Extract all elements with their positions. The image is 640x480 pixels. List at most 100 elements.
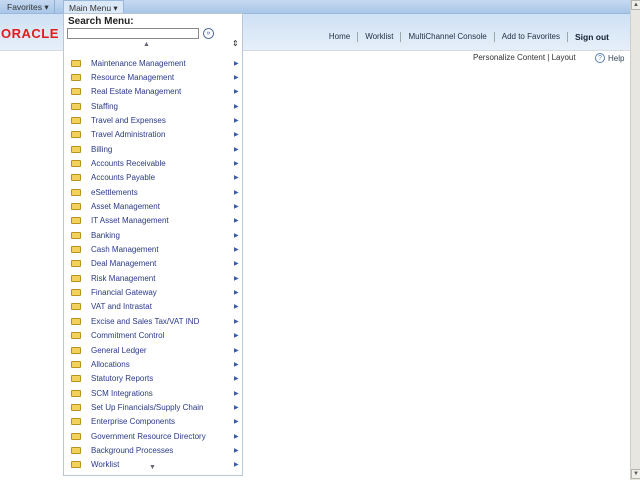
- menu-item[interactable]: Travel Administration ▶: [64, 128, 242, 142]
- menu-item[interactable]: Banking ▶: [64, 228, 242, 242]
- folder-icon: [71, 260, 81, 268]
- submenu-arrow-icon: ▶: [234, 60, 239, 67]
- menu-item-label: Worklist: [91, 460, 120, 470]
- top-menu-bar: Favorites ▾ Main Menu ▾: [0, 0, 630, 14]
- menu-item[interactable]: Cash Management ▶: [64, 243, 242, 257]
- folder-icon: [71, 346, 81, 354]
- menu-item-label: SCM Integrations: [91, 388, 153, 398]
- scroll-up-arrow-icon[interactable]: ▲: [631, 0, 640, 10]
- menu-item[interactable]: Risk Management ▶: [64, 271, 242, 285]
- menu-item[interactable]: Resource Management ▶: [64, 70, 242, 84]
- folder-icon: [71, 403, 81, 411]
- submenu-arrow-icon: ▶: [234, 318, 239, 325]
- submenu-arrow-icon: ▶: [234, 390, 239, 397]
- folder-icon: [71, 389, 81, 397]
- nav-home[interactable]: Home: [322, 32, 357, 42]
- folder-icon: [71, 159, 81, 167]
- nav-multichannel-console[interactable]: MultiChannel Console: [400, 32, 493, 42]
- nav-worklist[interactable]: Worklist: [357, 32, 400, 42]
- menu-item[interactable]: Accounts Payable ▶: [64, 171, 242, 185]
- submenu-arrow-icon: ▶: [234, 160, 239, 167]
- menu-item[interactable]: Billing ▶: [64, 142, 242, 156]
- scroll-up-icon[interactable]: ▲: [143, 41, 150, 48]
- sort-icon[interactable]: ⇕: [232, 39, 239, 48]
- menu-item[interactable]: Commitment Control ▶: [64, 329, 242, 343]
- menu-item-label: Cash Management: [91, 245, 159, 255]
- nav-add-to-favorites[interactable]: Add to Favorites: [493, 32, 567, 42]
- menu-item-label: Financial Gateway: [91, 288, 157, 298]
- menu-item[interactable]: SCM Integrations ▶: [64, 386, 242, 400]
- menu-item-label: Set Up Financials/Supply Chain: [91, 402, 204, 412]
- menu-item[interactable]: VAT and Intrastat ▶: [64, 300, 242, 314]
- submenu-arrow-icon: ▶: [234, 218, 239, 225]
- menu-item[interactable]: Excise and Sales Tax/VAT IND ▶: [64, 314, 242, 328]
- submenu-arrow-icon: ▶: [234, 247, 239, 254]
- folder-icon: [71, 174, 81, 182]
- main-menu-dropdown: Search Menu: » ⇕ ▲ Maintenance Managemen…: [63, 13, 243, 476]
- menu-item[interactable]: Deal Management ▶: [64, 257, 242, 271]
- submenu-arrow-icon: ▶: [234, 146, 239, 153]
- menu-item[interactable]: Travel and Expenses ▶: [64, 113, 242, 127]
- favorites-menu[interactable]: Favorites ▾: [2, 0, 55, 14]
- main-menu[interactable]: Main Menu ▾: [63, 0, 124, 14]
- folder-icon: [71, 375, 81, 383]
- menu-item[interactable]: General Ledger ▶: [64, 343, 242, 357]
- menu-item[interactable]: Set Up Financials/Supply Chain ▶: [64, 400, 242, 414]
- menu-item[interactable]: Real Estate Management ▶: [64, 85, 242, 99]
- search-go-icon[interactable]: »: [203, 28, 214, 39]
- menu-item-label: Enterprise Components: [91, 417, 176, 427]
- menu-item[interactable]: Background Processes ▶: [64, 443, 242, 457]
- personalize-links[interactable]: Personalize Content | Layout: [473, 53, 576, 62]
- menu-item-label: Billing: [91, 144, 113, 154]
- submenu-arrow-icon: ▶: [234, 333, 239, 340]
- menu-item-label: Accounts Payable: [91, 173, 156, 183]
- page-scrollbar[interactable]: ▲ ▼: [630, 0, 640, 480]
- menu-item[interactable]: Financial Gateway ▶: [64, 286, 242, 300]
- help-link[interactable]: ? Help: [595, 53, 624, 63]
- submenu-arrow-icon: ▶: [234, 175, 239, 182]
- menu-item-label: Risk Management: [91, 273, 156, 283]
- submenu-arrow-icon: ▶: [234, 376, 239, 383]
- menu-item-label: Travel and Expenses: [91, 115, 166, 125]
- menu-item-label: Allocations: [91, 359, 130, 369]
- search-menu-input[interactable]: [67, 28, 199, 39]
- folder-icon: [71, 432, 81, 440]
- submenu-arrow-icon: ▶: [234, 361, 239, 368]
- menu-item-label: Background Processes: [91, 445, 174, 455]
- menu-item-label: Real Estate Management: [91, 87, 182, 97]
- submenu-arrow-icon: ▶: [234, 304, 239, 311]
- submenu-arrow-icon: ▶: [234, 74, 239, 81]
- menu-item[interactable]: Statutory Reports ▶: [64, 372, 242, 386]
- menu-item-label: VAT and Intrastat: [91, 302, 152, 312]
- scroll-down-arrow-icon[interactable]: ▼: [631, 469, 640, 479]
- menu-item[interactable]: IT Asset Management ▶: [64, 214, 242, 228]
- menu-item[interactable]: eSettlements ▶: [64, 185, 242, 199]
- submenu-arrow-icon: ▶: [234, 447, 239, 454]
- menu-item[interactable]: Government Resource Directory ▶: [64, 429, 242, 443]
- menu-item-label: General Ledger: [91, 345, 147, 355]
- folder-icon: [71, 274, 81, 282]
- menu-item-label: Travel Administration: [91, 130, 166, 140]
- folder-icon: [71, 231, 81, 239]
- menu-item[interactable]: Maintenance Management ▶: [64, 56, 242, 70]
- sign-out-link[interactable]: Sign out: [567, 32, 616, 42]
- menu-item-label: eSettlements: [91, 187, 138, 197]
- menu-item[interactable]: Staffing ▶: [64, 99, 242, 113]
- folder-icon: [71, 332, 81, 340]
- menu-item[interactable]: Allocations ▶: [64, 357, 242, 371]
- submenu-arrow-icon: ▶: [234, 89, 239, 96]
- menu-item[interactable]: Enterprise Components ▶: [64, 415, 242, 429]
- menu-item[interactable]: Accounts Receivable ▶: [64, 156, 242, 170]
- scroll-down-icon[interactable]: ▼: [149, 464, 156, 471]
- folder-icon: [71, 59, 81, 67]
- menu-item-label: Staffing: [91, 101, 118, 111]
- submenu-arrow-icon: ▶: [234, 132, 239, 139]
- folder-icon: [71, 88, 81, 96]
- menu-item-label: Government Resource Directory: [91, 431, 206, 441]
- submenu-arrow-icon: ▶: [234, 347, 239, 354]
- submenu-arrow-icon: ▶: [234, 404, 239, 411]
- submenu-arrow-icon: ▶: [234, 462, 239, 469]
- menu-item-label: Banking: [91, 230, 120, 240]
- menu-item[interactable]: Asset Management ▶: [64, 200, 242, 214]
- submenu-arrow-icon: ▶: [234, 419, 239, 426]
